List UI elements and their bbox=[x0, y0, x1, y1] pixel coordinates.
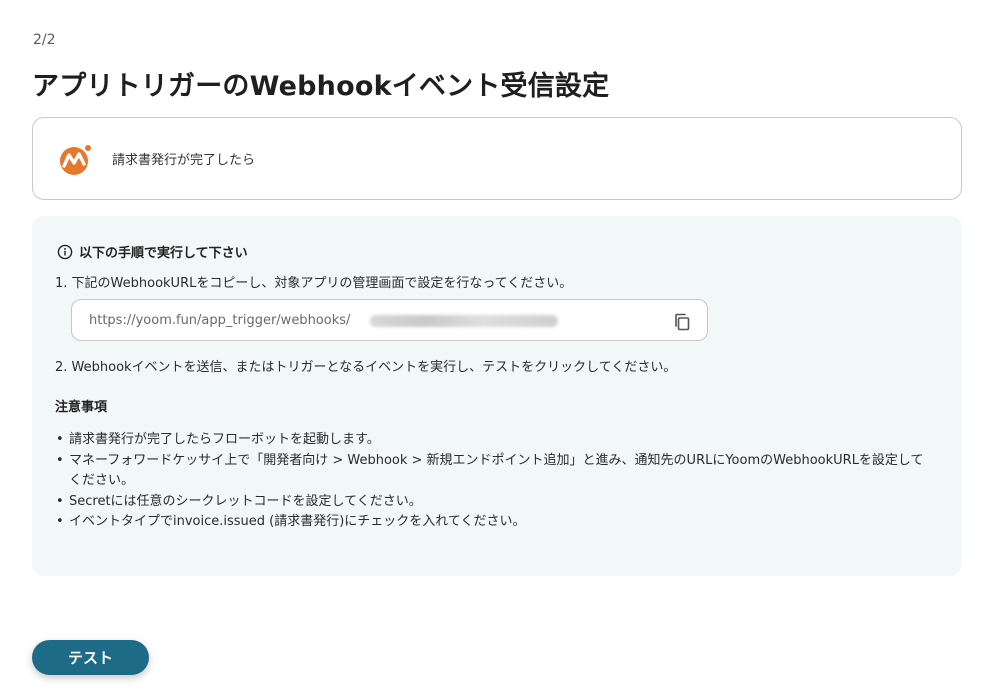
note-item: 請求書発行が完了したらフローボットを起動します。 bbox=[55, 430, 935, 451]
step2-text: 2. Webhookイベントを送信、またはトリガーとなるイベントを実行し、テスト… bbox=[55, 360, 677, 375]
note-item: Secretには任意のシークレットコードを設定してください。 bbox=[55, 492, 935, 513]
webhook-url-field[interactable]: https://yoom.fun/app_trigger/webhooks/ bbox=[71, 299, 708, 341]
info-icon bbox=[57, 244, 73, 259]
webhook-url-redacted bbox=[370, 315, 558, 327]
notice-heading: 以下の手順で実行して下さい bbox=[57, 242, 248, 261]
moneyforward-logo-icon bbox=[60, 145, 91, 175]
notes-list: 請求書発行が完了したらフローボットを起動します。 マネーフォワードケッサイ上で「… bbox=[55, 430, 935, 533]
notice-heading-text: 以下の手順で実行して下さい bbox=[79, 246, 248, 261]
step-indicator: 2/2 bbox=[33, 32, 56, 48]
note-item: イベントタイプでinvoice.issued (請求書発行)にチェックを入れてく… bbox=[55, 512, 935, 533]
note-item: マネーフォワードケッサイ上で「開発者向け > Webhook > 新規エンドポイ… bbox=[55, 451, 935, 492]
notes-title: 注意事項 bbox=[55, 400, 108, 415]
trigger-label: 請求書発行が完了したら bbox=[112, 153, 256, 168]
test-button[interactable]: テスト bbox=[32, 640, 149, 675]
copy-icon[interactable] bbox=[672, 312, 692, 332]
instructions-panel: 以下の手順で実行して下さい 1. 下記のWebhookURLをコピーし、対象アプ… bbox=[32, 216, 962, 576]
step1-text: 1. 下記のWebhookURLをコピーし、対象アプリの管理画面で設定を行なって… bbox=[55, 276, 573, 291]
trigger-card: 請求書発行が完了したら bbox=[32, 117, 962, 200]
page-title: アプリトリガーのWebhookイベント受信設定 bbox=[32, 71, 610, 102]
webhook-url-text[interactable]: https://yoom.fun/app_trigger/webhooks/ bbox=[89, 313, 350, 328]
